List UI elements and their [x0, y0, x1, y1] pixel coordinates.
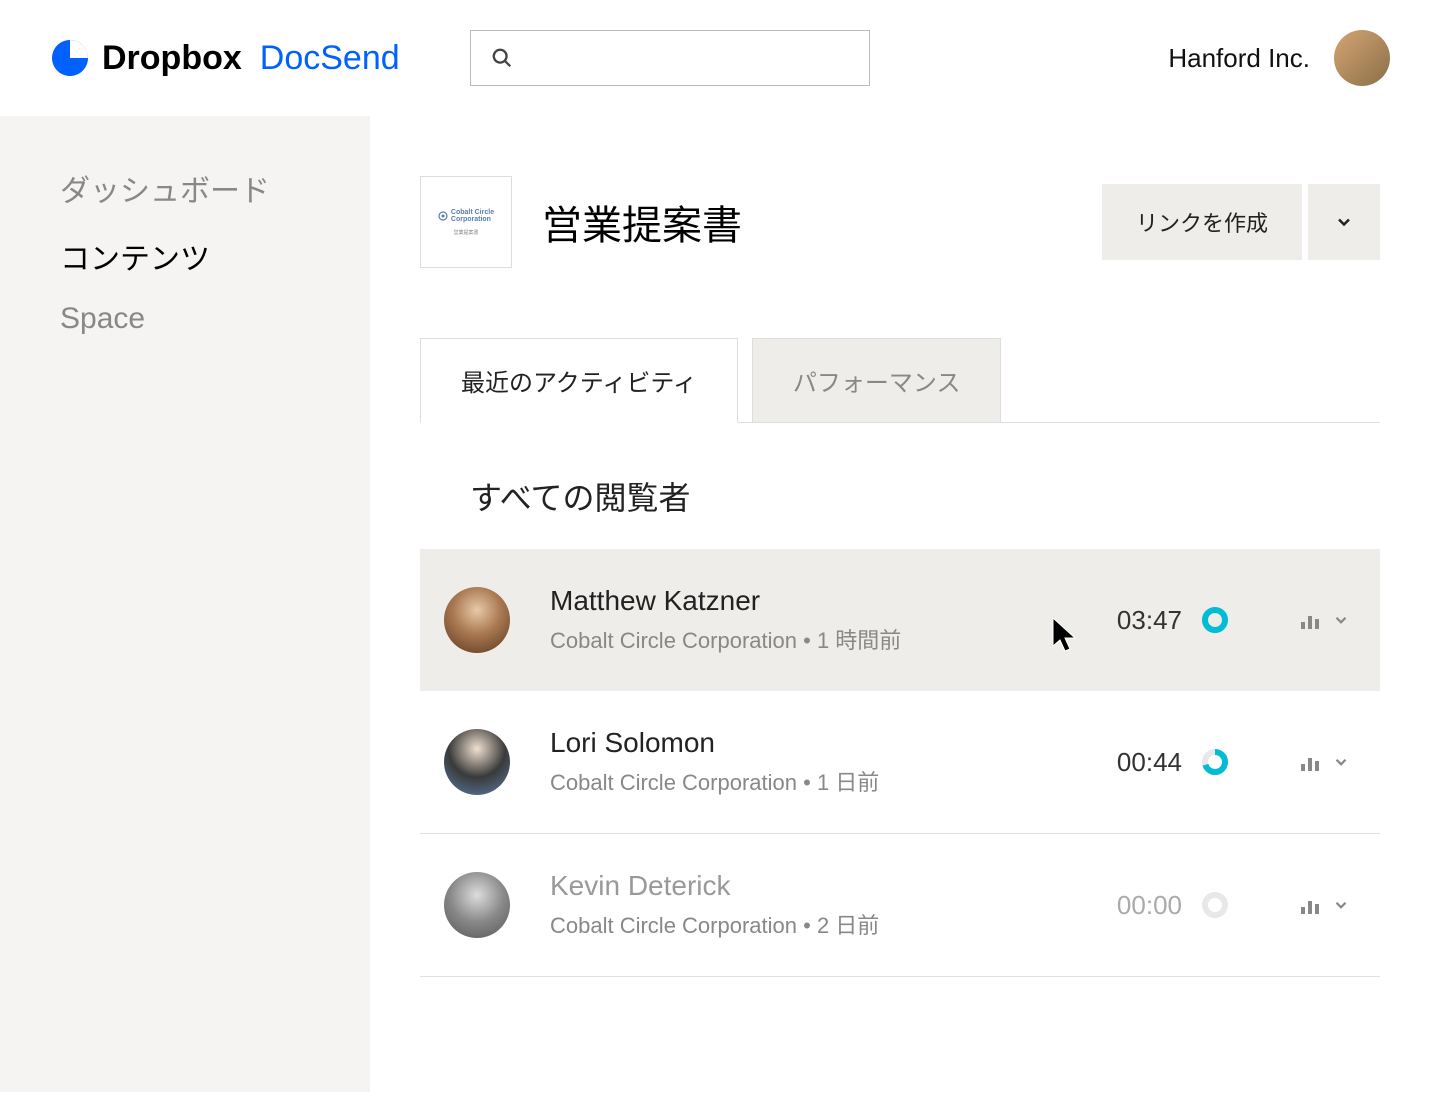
header-right: Hanford Inc. — [1168, 30, 1390, 86]
viewers-section-title: すべての閲覧者 — [470, 473, 1380, 519]
user-avatar[interactable] — [1334, 30, 1390, 86]
create-link-button[interactable]: リンクを作成 — [1102, 184, 1302, 260]
analytics-icon[interactable] — [1298, 893, 1322, 917]
analytics-icon[interactable] — [1298, 608, 1322, 632]
viewer-row[interactable]: Lori Solomon Cobalt Circle Corporation •… — [420, 691, 1380, 834]
view-duration: 00:00 — [1117, 890, 1182, 921]
tab-recent-activity[interactable]: 最近のアクティビティ — [420, 338, 738, 423]
document-header: Cobalt Circle Corporation 営業提案書 営業提案書 リン… — [420, 176, 1380, 268]
header: Dropbox DocSend Hanford Inc. — [0, 0, 1440, 116]
viewer-row[interactable]: Matthew Katzner Cobalt Circle Corporatio… — [420, 549, 1380, 691]
document-actions: リンクを作成 — [1102, 184, 1380, 260]
view-duration: 00:44 — [1117, 747, 1182, 778]
tabs: 最近のアクティビティ パフォーマンス — [420, 338, 1380, 423]
chevron-down-icon — [1334, 212, 1354, 232]
viewer-info: Matthew Katzner Cobalt Circle Corporatio… — [550, 585, 901, 655]
viewer-name: Kevin Deterick — [550, 870, 879, 902]
dropbox-icon — [50, 38, 90, 78]
viewer-row[interactable]: Kevin Deterick Cobalt Circle Corporation… — [420, 834, 1380, 977]
org-name[interactable]: Hanford Inc. — [1168, 43, 1310, 74]
brand-dropbox-text: Dropbox — [102, 39, 242, 78]
main: Cobalt Circle Corporation 営業提案書 営業提案書 リン… — [370, 116, 1440, 1092]
sidebar: ダッシュボード コンテンツ Space — [0, 116, 370, 1092]
viewer-meta: Cobalt Circle Corporation • 1 日前 — [550, 765, 879, 797]
viewers-list: Matthew Katzner Cobalt Circle Corporatio… — [420, 549, 1380, 977]
brand-docsend-text: DocSend — [260, 39, 400, 78]
view-duration: 03:47 — [1117, 605, 1182, 636]
progress-ring-icon — [1200, 890, 1230, 920]
viewer-info: Kevin Deterick Cobalt Circle Corporation… — [550, 870, 879, 940]
document-thumbnail[interactable]: Cobalt Circle Corporation 営業提案書 — [420, 176, 512, 268]
search-icon — [491, 47, 513, 69]
viewer-info: Lori Solomon Cobalt Circle Corporation •… — [550, 727, 879, 797]
search-input[interactable] — [470, 30, 870, 86]
sidebar-item-space[interactable]: Space — [60, 302, 370, 336]
sidebar-item-content[interactable]: コンテンツ — [60, 234, 370, 278]
viewer-avatar — [444, 729, 510, 795]
document-title: 営業提案書 — [542, 193, 742, 251]
viewer-stats: 00:44 — [1117, 747, 1350, 778]
viewer-meta: Cobalt Circle Corporation • 1 時間前 — [550, 623, 901, 655]
progress-ring-icon — [1200, 605, 1230, 635]
viewer-meta: Cobalt Circle Corporation • 2 日前 — [550, 908, 879, 940]
chevron-down-icon[interactable] — [1332, 896, 1350, 914]
progress-ring-icon — [1200, 747, 1230, 777]
viewer-avatar — [444, 872, 510, 938]
chevron-down-icon[interactable] — [1332, 611, 1350, 629]
viewer-stats: 00:00 — [1117, 890, 1350, 921]
viewer-stats: 03:47 — [1117, 605, 1350, 636]
tab-performance[interactable]: パフォーマンス — [752, 338, 1002, 422]
viewer-name: Matthew Katzner — [550, 585, 901, 617]
analytics-icon[interactable] — [1298, 750, 1322, 774]
sidebar-item-dashboard[interactable]: ダッシュボード — [60, 166, 370, 210]
viewer-name: Lori Solomon — [550, 727, 879, 759]
create-link-dropdown[interactable] — [1308, 184, 1380, 260]
logo-group[interactable]: Dropbox DocSend — [50, 38, 400, 78]
viewer-avatar — [444, 587, 510, 653]
chevron-down-icon[interactable] — [1332, 753, 1350, 771]
